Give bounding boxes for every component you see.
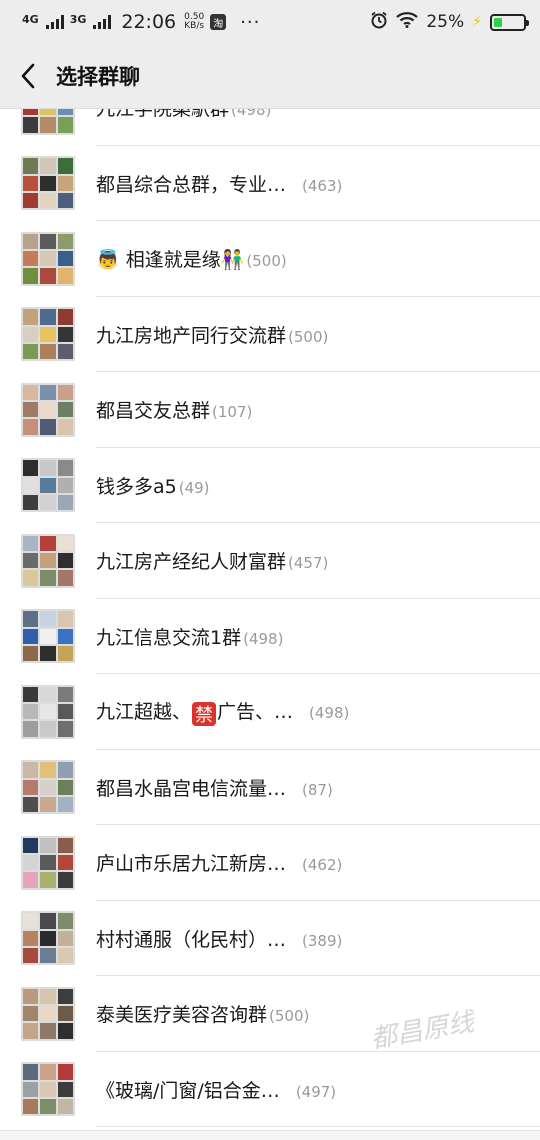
- network-4g-label: 4G: [22, 12, 39, 26]
- more-notifications-icon: ···: [240, 11, 261, 33]
- group-avatar: [21, 1062, 75, 1117]
- angel-emoji-icon: 👼: [96, 249, 120, 272]
- group-name: 九江信息交流1群: [96, 626, 242, 649]
- group-name: 都昌综合总群，专业…: [96, 173, 287, 196]
- group-avatar: [21, 533, 75, 588]
- clock: 22:06: [121, 11, 177, 33]
- group-row[interactable]: 《玻璃/门窗/铝合金… (497): [0, 1052, 540, 1128]
- group-name: 村村通服（化民村）…: [96, 928, 287, 951]
- network-speed: 0.50 KB/s: [184, 12, 205, 31]
- group-row[interactable]: 👼 相逢就是缘👫 (500): [0, 221, 540, 297]
- group-avatar: [21, 835, 75, 890]
- group-row[interactable]: 九江超越、禁广告、… (498): [0, 674, 540, 750]
- group-name: 都昌水晶宫电信流量…: [96, 777, 287, 800]
- group-row[interactable]: 九江学院桑駅群 (498): [0, 108, 540, 146]
- group-row[interactable]: 村村通服（化民村）… (389): [0, 901, 540, 977]
- group-name: 相逢就是缘: [125, 249, 221, 272]
- group-avatar: [21, 684, 75, 739]
- back-button[interactable]: [0, 44, 56, 108]
- couple-emoji-icon: 👫: [220, 249, 245, 272]
- member-count: (500): [269, 1007, 310, 1026]
- group-row[interactable]: 都昌水晶宫电信流量… (87): [0, 750, 540, 826]
- group-row[interactable]: 泰美医疗美容咨询群 (500): [0, 976, 540, 1052]
- member-count: (498): [243, 629, 284, 648]
- group-avatar: [21, 382, 75, 437]
- group-name: 九江学院桑駅群: [96, 108, 230, 121]
- group-name: 钱多多a5: [96, 475, 177, 498]
- member-count: (87): [302, 780, 333, 799]
- group-avatar: [21, 911, 75, 966]
- member-count: (107): [212, 403, 253, 422]
- group-name: 《玻璃/门窗/铝合金…: [96, 1079, 280, 1102]
- group-avatar: [21, 307, 75, 362]
- group-row[interactable]: 庐山市乐居九江新房… (462): [0, 825, 540, 901]
- group-name: 九江超越、: [96, 701, 192, 724]
- group-row[interactable]: 九江信息交流1群 (498): [0, 599, 540, 675]
- page-title: 选择群聊: [56, 65, 140, 89]
- group-avatar: [21, 156, 75, 211]
- taobao-icon: 淘: [210, 14, 227, 30]
- status-bar: 4G 3G 22:06 0.50 KB/s 淘 ··· 25% ⚡: [0, 0, 540, 44]
- group-name: 九江房产经纪人财富群: [96, 551, 287, 574]
- group-list[interactable]: 九江学院桑駅群 (498) 都昌综合总群，专业… (463) 👼 相逢就是缘👫 (50…: [0, 108, 540, 1140]
- member-count: (457): [288, 554, 329, 573]
- signal-icon: [93, 15, 112, 29]
- network-3g-label: 3G: [69, 12, 87, 26]
- group-row[interactable]: 都昌综合总群，专业… (463): [0, 146, 540, 222]
- group-avatar: [21, 986, 75, 1041]
- member-count: (463): [302, 176, 343, 195]
- member-count: (500): [246, 252, 287, 271]
- bottom-edge: [0, 1130, 540, 1140]
- group-row[interactable]: 都昌交友总群 (107): [0, 372, 540, 448]
- member-count: (497): [295, 1082, 337, 1101]
- group-row[interactable]: 九江房产经纪人财富群 (457): [0, 523, 540, 599]
- member-count: (462): [302, 856, 343, 875]
- group-name: 都昌交友总群: [96, 400, 211, 423]
- group-avatar: [21, 609, 75, 664]
- group-name: 泰美医疗美容咨询群: [96, 1004, 268, 1027]
- group-avatar: [21, 760, 75, 815]
- wifi-icon: [396, 11, 419, 33]
- battery-percent: 25%: [426, 12, 465, 32]
- member-count: (498): [231, 108, 272, 120]
- member-count: (500): [288, 327, 329, 346]
- alarm-icon: [370, 11, 388, 34]
- header-bar: 选择群聊: [0, 44, 540, 108]
- group-row[interactable]: 钱多多a5 (49): [0, 448, 540, 524]
- group-name: 庐山市乐居九江新房…: [96, 853, 287, 876]
- group-row[interactable]: 九江房地产同行交流群 (500): [0, 297, 540, 373]
- group-avatar: [21, 108, 75, 135]
- group-avatar: [21, 458, 75, 513]
- chevron-left-icon: [21, 63, 35, 89]
- member-count: (498): [309, 704, 350, 723]
- battery-icon: [490, 13, 529, 31]
- charging-icon: ⚡: [472, 14, 482, 30]
- signal-icon: [45, 15, 64, 29]
- prohibited-icon: 禁: [192, 702, 217, 727]
- group-name: 九江房地产同行交流群: [96, 324, 287, 347]
- group-avatar: [21, 231, 75, 286]
- member-count: (389): [302, 931, 343, 950]
- member-count: (49): [178, 478, 210, 497]
